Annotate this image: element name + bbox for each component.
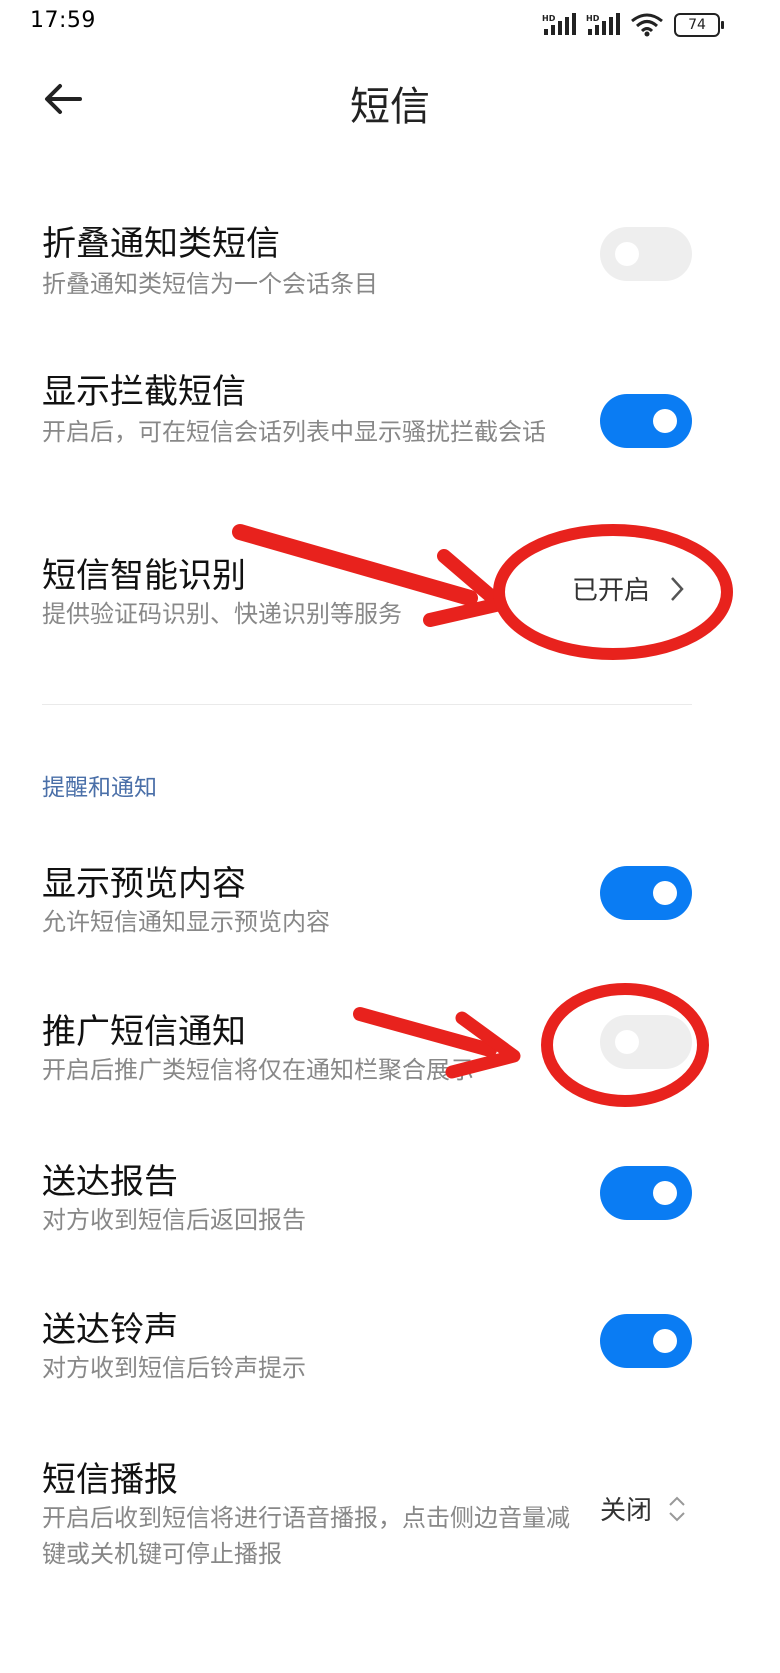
status-bar: 17:59 HD HD 74	[0, 0, 780, 48]
setting-subtitle: 对方收到短信后返回报告	[42, 1206, 306, 1234]
setting-subtitle: 开启后推广类短信将仅在通知栏聚合展示	[42, 1056, 474, 1084]
fold-notifications-toggle[interactable]	[600, 227, 692, 281]
setting-title: 显示预览内容	[42, 864, 246, 904]
preview-toggle[interactable]	[600, 866, 692, 920]
setting-row-preview[interactable]: 显示预览内容 允许短信通知显示预览内容	[0, 850, 780, 950]
show-blocked-toggle[interactable]	[600, 394, 692, 448]
setting-title: 显示拦截短信	[42, 372, 246, 412]
signal-icon: HD	[542, 13, 576, 35]
section-divider	[42, 704, 692, 705]
setting-subtitle: 提供验证码识别、快递识别等服务	[42, 600, 402, 628]
setting-row-fold-notifications[interactable]: 折叠通知类短信 折叠通知类短信为一个会话条目	[0, 210, 780, 310]
setting-title: 短信智能识别	[42, 556, 246, 596]
setting-row-promo[interactable]: 推广短信通知 开启后推广类短信将仅在通知栏聚合展示	[0, 1000, 780, 1100]
chevron-right-icon	[671, 576, 684, 601]
status-icons: HD HD 74	[542, 10, 724, 40]
setting-title: 送达报告	[42, 1162, 178, 1202]
hd-label-2: HD	[586, 14, 600, 23]
toggle-knob	[653, 881, 677, 905]
setting-subtitle: 开启后，可在短信会话列表中显示骚扰拦截会话	[42, 418, 546, 446]
toggle-knob	[653, 1329, 677, 1353]
setting-row-smart-recognition[interactable]: 短信智能识别 提供验证码识别、快递识别等服务 已开启	[0, 540, 780, 640]
setting-row-delivery-report[interactable]: 送达报告 对方收到短信后返回报告	[0, 1150, 780, 1250]
smart-recognition-value[interactable]: 已开启	[572, 570, 688, 607]
hd-label: HD	[542, 14, 556, 23]
signal-icon-2: HD	[586, 13, 620, 35]
toggle-knob	[653, 409, 677, 433]
value-text: 关闭	[599, 1496, 652, 1526]
delivery-sound-toggle[interactable]	[600, 1314, 692, 1368]
setting-title: 送达铃声	[42, 1310, 178, 1350]
setting-subtitle: 允许短信通知显示预览内容	[42, 908, 330, 936]
setting-title: 折叠通知类短信	[42, 224, 280, 264]
setting-row-show-blocked[interactable]: 显示拦截短信 开启后，可在短信会话列表中显示骚扰拦截会话	[0, 360, 780, 490]
setting-subtitle: 开启后收到短信将进行语音播报，点击侧边音量减键或关机键可停止播报	[42, 1504, 570, 1568]
setting-row-delivery-sound[interactable]: 送达铃声 对方收到短信后铃声提示	[0, 1298, 780, 1398]
toggle-knob	[615, 1030, 639, 1054]
value-text: 已开启	[571, 576, 650, 606]
setting-row-broadcast[interactable]: 短信播报 开启后收到短信将进行语音播报，点击侧边音量减键或关机键可停止播报 关闭	[0, 1448, 780, 1578]
toggle-knob	[653, 1181, 677, 1205]
setting-subtitle: 对方收到短信后铃声提示	[42, 1354, 306, 1382]
setting-subtitle: 折叠通知类短信为一个会话条目	[42, 270, 378, 298]
toggle-knob	[615, 242, 639, 266]
battery-icon: 74	[674, 13, 724, 37]
status-time: 17:59	[30, 8, 96, 33]
promo-toggle[interactable]	[600, 1015, 692, 1069]
battery-level: 74	[688, 17, 706, 33]
app-header: 短信	[0, 60, 780, 140]
setting-title: 短信播报	[42, 1460, 178, 1500]
delivery-report-toggle[interactable]	[600, 1166, 692, 1220]
page-title: 短信	[350, 84, 430, 130]
chevron-updown-icon	[669, 1496, 685, 1521]
wifi-icon	[631, 13, 663, 37]
setting-title: 推广短信通知	[42, 1012, 246, 1052]
section-header: 提醒和通知	[42, 775, 157, 801]
broadcast-value[interactable]: 关闭	[600, 1490, 688, 1527]
